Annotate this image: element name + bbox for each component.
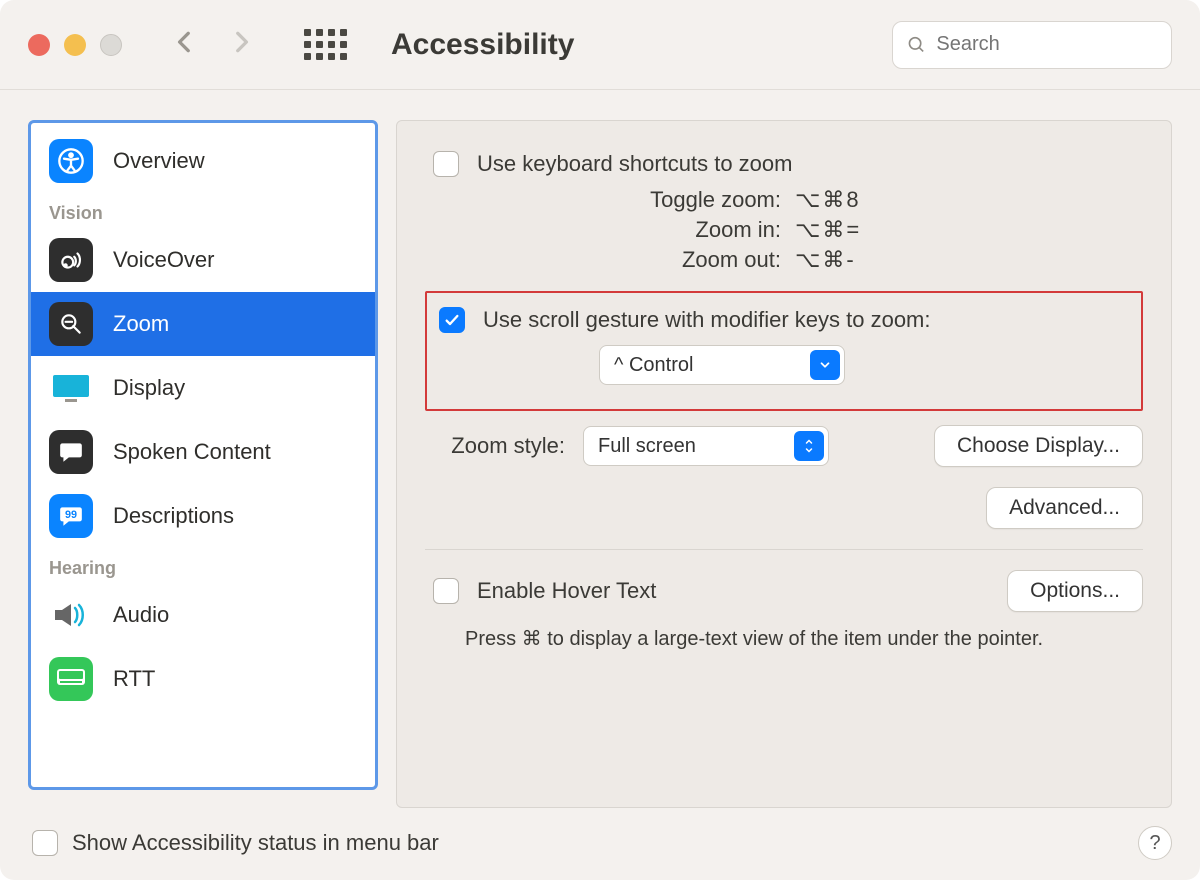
show-all-prefs-button[interactable]	[304, 29, 347, 60]
titlebar: Accessibility	[0, 0, 1200, 90]
content: Overview Vision VoiceOver Zoom Displa	[0, 90, 1200, 826]
sidebar-label: Overview	[113, 148, 205, 174]
sidebar-label: Audio	[113, 602, 169, 628]
accessibility-icon	[49, 139, 93, 183]
shortcut-toggle-keys: ⌥⌘8	[795, 187, 861, 213]
window-controls	[28, 34, 122, 56]
sidebar-item-voiceover[interactable]: VoiceOver	[31, 228, 375, 292]
shortcut-list: Toggle zoom:⌥⌘8 Zoom in:⌥⌘= Zoom out:⌥⌘-	[425, 187, 1143, 273]
up-down-chevron-icon	[794, 431, 824, 461]
sidebar-item-rtt[interactable]: RTT	[31, 647, 375, 711]
zoom-icon	[49, 302, 93, 346]
speaker-icon	[49, 593, 93, 637]
zoom-style-select[interactable]: Full screen	[583, 426, 829, 466]
options-button[interactable]: Options...	[1007, 570, 1143, 612]
chevron-down-icon	[810, 350, 840, 380]
hover-note: Press ⌘ to display a large-text view of …	[425, 626, 1143, 651]
shortcut-out-keys: ⌥⌘-	[795, 247, 856, 273]
nav-arrows	[172, 29, 254, 60]
fullscreen-window-button[interactable]	[100, 34, 122, 56]
footer: Show Accessibility status in menu bar ?	[0, 826, 1200, 880]
sidebar-item-audio[interactable]: Audio	[31, 583, 375, 647]
back-button[interactable]	[172, 29, 198, 60]
scroll-gesture-label: Use scroll gesture with modifier keys to…	[483, 307, 931, 333]
close-window-button[interactable]	[28, 34, 50, 56]
kb-shortcuts-checkbox[interactable]	[433, 151, 459, 177]
voiceover-icon	[49, 238, 93, 282]
sidebar-label: VoiceOver	[113, 247, 215, 273]
menu-bar-status-checkbox[interactable]	[32, 830, 58, 856]
sidebar-label: RTT	[113, 666, 155, 692]
detail-pane: Use keyboard shortcuts to zoom Toggle zo…	[396, 120, 1172, 808]
display-icon	[49, 366, 93, 410]
forward-button[interactable]	[228, 29, 254, 60]
choose-display-button[interactable]: Choose Display...	[934, 425, 1143, 467]
zoom-style-label: Zoom style:	[425, 433, 565, 459]
sidebar-item-display[interactable]: Display	[31, 356, 375, 420]
sidebar-item-overview[interactable]: Overview	[31, 129, 375, 193]
scroll-gesture-group: Use scroll gesture with modifier keys to…	[425, 291, 1143, 411]
sidebar-label: Display	[113, 375, 185, 401]
sidebar: Overview Vision VoiceOver Zoom Displa	[28, 120, 378, 790]
sidebar-item-zoom[interactable]: Zoom	[31, 292, 375, 356]
page-title: Accessibility	[391, 28, 574, 62]
modifier-value: ^ Control	[600, 354, 739, 377]
descriptions-icon: 99	[49, 494, 93, 538]
scroll-gesture-checkbox[interactable]	[439, 307, 465, 333]
advanced-button[interactable]: Advanced...	[986, 487, 1143, 529]
hover-text-label: Enable Hover Text	[477, 578, 656, 604]
sidebar-label: Descriptions	[113, 503, 234, 529]
prefs-window: Accessibility Overview Vision VoiceOver	[0, 0, 1200, 880]
help-button[interactable]: ?	[1138, 826, 1172, 860]
divider	[425, 549, 1143, 550]
sidebar-label: Zoom	[113, 311, 169, 337]
modifier-select[interactable]: ^ Control	[599, 345, 845, 385]
shortcut-in-label: Zoom in:	[425, 217, 795, 243]
kb-shortcuts-label: Use keyboard shortcuts to zoom	[477, 151, 792, 177]
sidebar-item-descriptions[interactable]: 99 Descriptions	[31, 484, 375, 548]
search-input[interactable]	[936, 33, 1157, 56]
minimize-window-button[interactable]	[64, 34, 86, 56]
hover-text-checkbox[interactable]	[433, 578, 459, 604]
shortcut-toggle-label: Toggle zoom:	[425, 187, 795, 213]
shortcut-out-label: Zoom out:	[425, 247, 795, 273]
sidebar-item-spoken-content[interactable]: Spoken Content	[31, 420, 375, 484]
zoom-style-value: Full screen	[584, 435, 742, 458]
search-field[interactable]	[892, 21, 1172, 69]
shortcut-in-keys: ⌥⌘=	[795, 217, 861, 243]
rtt-icon	[49, 657, 93, 701]
svg-text:99: 99	[65, 509, 77, 521]
speech-bubble-icon	[49, 430, 93, 474]
sidebar-section-hearing: Hearing	[31, 548, 375, 583]
sidebar-section-vision: Vision	[31, 193, 375, 228]
sidebar-label: Spoken Content	[113, 439, 271, 465]
menu-bar-status-label: Show Accessibility status in menu bar	[72, 830, 439, 856]
